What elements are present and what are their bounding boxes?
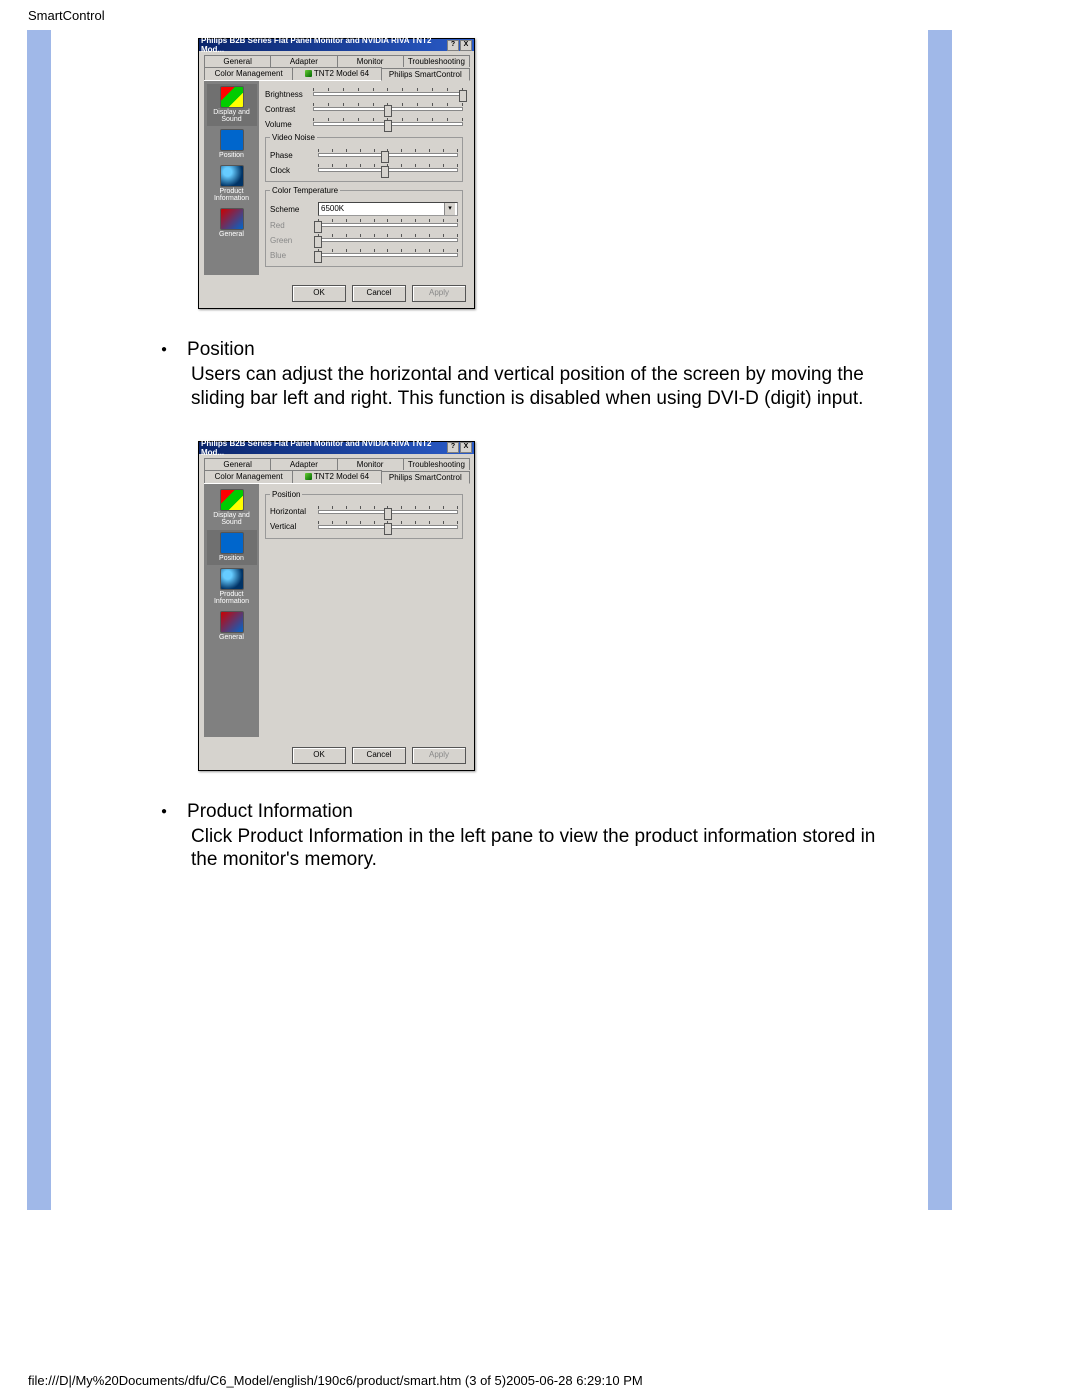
help-button[interactable]: ? (447, 442, 459, 453)
window-title: Philips B2B Series Flat Panel Monitor an… (201, 36, 447, 54)
sidebar-item-general[interactable]: General (207, 609, 257, 644)
panel-display-sound: Brightness Contrast Volume (259, 81, 469, 275)
panel-position: Position Horizontal Vertical (259, 484, 469, 737)
clock-slider[interactable] (318, 164, 458, 176)
ok-button[interactable]: OK (292, 747, 346, 764)
tab-color-management[interactable]: Color Management (204, 470, 293, 483)
volume-slider[interactable] (313, 118, 463, 130)
blue-label: Blue (270, 251, 318, 260)
red-label: Red (270, 221, 318, 230)
scheme-label: Scheme (270, 205, 318, 214)
position-heading: Position (191, 339, 903, 361)
tab-general[interactable]: General (204, 55, 271, 67)
dialog-buttons: OK Cancel Apply (199, 742, 474, 770)
dialog-position: Philips B2B Series Flat Panel Monitor an… (198, 441, 475, 771)
tab-tnt2[interactable]: TNT2 Model 64 (292, 67, 381, 80)
horizontal-slider[interactable] (318, 506, 458, 518)
dialog-display-and-sound: Philips B2B Series Flat Panel Monitor an… (198, 38, 475, 309)
sidebar: Display and Sound Position Product Infor… (204, 484, 259, 737)
sidebar-item-product-info[interactable]: Product Information (207, 566, 257, 608)
sidebar-item-general[interactable]: General (207, 206, 257, 241)
horizontal-label: Horizontal (270, 507, 318, 516)
brightness-slider[interactable] (313, 88, 463, 100)
sidebar-item-display-sound[interactable]: Display and Sound (207, 84, 257, 126)
tab-monitor[interactable]: Monitor (337, 458, 404, 470)
tab-troubleshooting[interactable]: Troubleshooting (403, 55, 470, 67)
chevron-down-icon: ▾ (444, 203, 455, 215)
page-footer: file:///D|/My%20Documents/dfu/C6_Model/e… (28, 1373, 643, 1388)
nvidia-icon (305, 70, 312, 77)
green-slider[interactable] (318, 234, 458, 246)
scheme-value: 6500K (321, 203, 344, 215)
group-video-noise: Video Noise Phase Clock (265, 133, 463, 182)
general-icon (220, 611, 244, 633)
apply-button[interactable]: Apply (412, 285, 466, 302)
vertical-slider[interactable] (318, 521, 458, 533)
help-button[interactable]: ? (447, 40, 459, 51)
left-margin-stripe (27, 30, 51, 1210)
display-sound-icon (220, 86, 244, 108)
titlebar[interactable]: Philips B2B Series Flat Panel Monitor an… (199, 442, 474, 454)
close-button[interactable]: X (460, 40, 472, 51)
blue-slider[interactable] (318, 249, 458, 261)
tabs-row-2: Color Management TNT2 Model 64 Philips S… (199, 470, 474, 483)
sidebar-item-display-sound[interactable]: Display and Sound (207, 487, 257, 529)
red-slider[interactable] (318, 219, 458, 231)
cancel-button[interactable]: Cancel (352, 747, 406, 764)
tab-troubleshooting[interactable]: Troubleshooting (403, 458, 470, 470)
product-info-icon (220, 165, 244, 187)
phase-slider[interactable] (318, 149, 458, 161)
color-temp-title: Color Temperature (270, 186, 340, 195)
tab-general[interactable]: General (204, 458, 271, 470)
nvidia-icon (305, 473, 312, 480)
tab-tnt2[interactable]: TNT2 Model 64 (292, 470, 381, 483)
video-noise-title: Video Noise (270, 133, 317, 142)
green-label: Green (270, 236, 318, 245)
sidebar-item-position[interactable]: Position (207, 530, 257, 565)
display-sound-icon (220, 489, 244, 511)
window-title: Philips B2B Series Flat Panel Monitor an… (201, 439, 447, 457)
vertical-label: Vertical (270, 522, 318, 531)
titlebar[interactable]: Philips B2B Series Flat Panel Monitor an… (199, 39, 474, 51)
group-color-temperature: Color Temperature Scheme 6500K ▾ Red (265, 186, 463, 267)
tab-smartcontrol[interactable]: Philips SmartControl (381, 68, 470, 81)
contrast-slider[interactable] (313, 103, 463, 115)
contrast-label: Contrast (265, 105, 313, 114)
product-info-icon (220, 568, 244, 590)
tab-monitor[interactable]: Monitor (337, 55, 404, 67)
phase-label: Phase (270, 151, 318, 160)
position-group-title: Position (270, 490, 302, 499)
dialog-buttons: OK Cancel Apply (199, 280, 474, 308)
apply-button[interactable]: Apply (412, 747, 466, 764)
product-info-heading: Product Information (191, 801, 903, 823)
ok-button[interactable]: OK (292, 285, 346, 302)
brightness-label: Brightness (265, 90, 313, 99)
tab-color-management[interactable]: Color Management (204, 67, 293, 80)
position-description: Users can adjust the horizontal and vert… (191, 363, 903, 411)
group-position: Position Horizontal Vertical (265, 490, 463, 539)
cancel-button[interactable]: Cancel (352, 285, 406, 302)
volume-label: Volume (265, 120, 313, 129)
sidebar: Display and Sound Position Product Infor… (204, 81, 259, 275)
position-icon (220, 129, 244, 151)
clock-label: Clock (270, 166, 318, 175)
tab-adapter[interactable]: Adapter (270, 55, 337, 67)
page-content: Philips B2B Series Flat Panel Monitor an… (51, 30, 928, 1210)
sidebar-item-position[interactable]: Position (207, 127, 257, 162)
tab-smartcontrol[interactable]: Philips SmartControl (381, 471, 470, 484)
position-icon (220, 532, 244, 554)
close-button[interactable]: X (460, 442, 472, 453)
page-header: SmartControl (28, 8, 105, 23)
general-icon (220, 208, 244, 230)
product-info-description: Click Product Information in the left pa… (191, 825, 903, 873)
right-margin-stripe (928, 30, 952, 1210)
scheme-select[interactable]: 6500K ▾ (318, 202, 458, 216)
tabs-row-2: Color Management TNT2 Model 64 Philips S… (199, 67, 474, 80)
sidebar-item-product-info[interactable]: Product Information (207, 163, 257, 205)
tab-adapter[interactable]: Adapter (270, 458, 337, 470)
